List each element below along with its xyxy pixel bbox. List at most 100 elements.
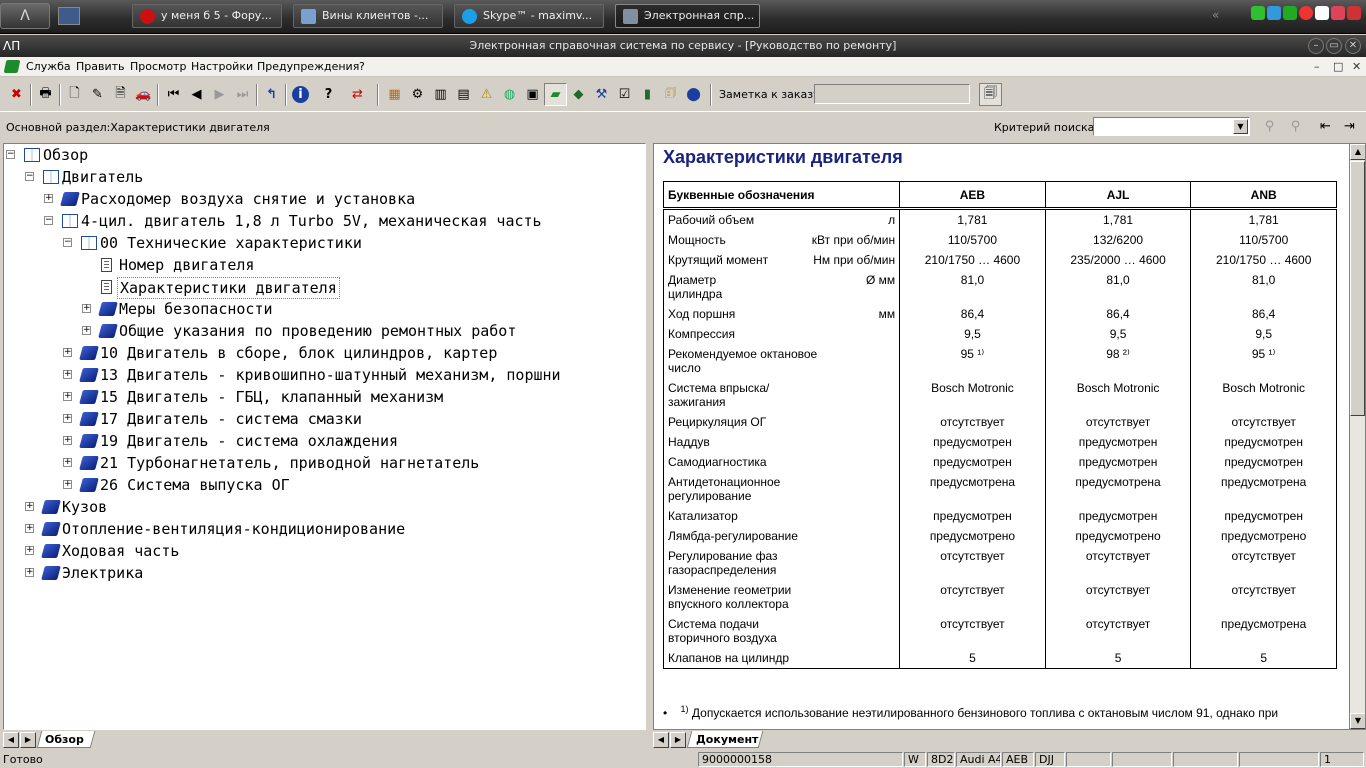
tray-network-icon[interactable] [1267, 6, 1281, 20]
expand-icon[interactable]: + [63, 436, 72, 445]
expand-icon[interactable]: + [63, 370, 72, 379]
expand-icon[interactable]: + [25, 546, 34, 555]
close-icon[interactable]: ✕ [1345, 38, 1361, 54]
mdi-minimize-icon[interactable]: – [1314, 60, 1320, 73]
menu-service[interactable]: Служба [26, 60, 71, 73]
new-page-icon[interactable]: 🗋 [63, 83, 86, 106]
tab-scroll-right-icon[interactable]: ▶ [670, 732, 686, 748]
calculator-icon[interactable]: ▣ [521, 83, 544, 106]
tree-node[interactable]: +17 Двигатель - система смазки [63, 409, 643, 429]
expand-icon[interactable]: + [25, 568, 34, 577]
order-note-edit-icon[interactable]: 🗐 [979, 83, 1002, 106]
last-page-icon[interactable]: ⏭ [231, 83, 254, 106]
tree-node[interactable]: + Ходовая часть [25, 541, 625, 561]
expand-icon[interactable]: + [25, 524, 34, 533]
tree-node[interactable]: + Общие указания по проведению ремонтных … [82, 321, 622, 341]
next-page-icon[interactable]: ▶ [208, 83, 231, 106]
warning-icon[interactable]: ⚠ [475, 83, 498, 106]
expand-icon[interactable]: + [63, 414, 72, 423]
tray-app-icon[interactable] [1331, 6, 1345, 20]
list-icon[interactable]: ▤ [452, 83, 475, 106]
tab-scroll-right-icon[interactable]: ▶ [20, 732, 36, 748]
tray-language-icon[interactable] [1347, 6, 1361, 20]
menu-edit[interactable]: Править [76, 60, 125, 73]
tree-node[interactable]: +13 Двигатель - кривошипно-шатунный меха… [63, 365, 643, 385]
chevron-down-icon[interactable]: ▼ [1233, 119, 1248, 134]
tree-node[interactable]: + Меры безопасности [82, 299, 622, 319]
tray-collapse-icon[interactable]: « [1212, 8, 1219, 22]
info-icon[interactable]: i [289, 83, 312, 106]
document-menu-icon[interactable] [3, 60, 21, 73]
tree-node[interactable]: +15 Двигатель - ГБЦ, клапанный механизм [63, 387, 643, 407]
minimize-icon[interactable]: – [1308, 38, 1324, 54]
tree-node[interactable]: +21 Турбонагнетатель, приводной нагнетат… [63, 453, 643, 473]
tray-status-icon[interactable] [1283, 6, 1297, 20]
previous-page-icon[interactable]: ◀ [185, 83, 208, 106]
taskbar-button-elsa[interactable]: Электронная спр... [615, 4, 760, 28]
menu-warnings[interactable]: Предупреждения [257, 60, 359, 73]
tray-opera-icon[interactable] [1299, 6, 1313, 20]
collapse-icon[interactable]: − [6, 150, 15, 159]
mdi-restore-icon[interactable]: □ [1333, 60, 1343, 73]
tab-scroll-left-icon[interactable]: ◀ [3, 732, 19, 748]
tree-node[interactable]: + Расходомер воздуха снятие и установка [44, 189, 634, 209]
collapse-panel-icon[interactable]: ⇤ [1314, 115, 1337, 138]
expand-icon[interactable]: + [63, 348, 72, 357]
search-next-icon[interactable]: ⚲ [1284, 115, 1307, 138]
scroll-down-icon[interactable]: ▼ [1350, 713, 1365, 729]
tree-node[interactable]: +26 Система выпуска ОГ [63, 475, 643, 495]
tree-node[interactable]: − Двигатель [25, 167, 625, 187]
print-icon[interactable]: 🖶 [34, 83, 57, 106]
chart-icon[interactable]: ▥ [429, 83, 452, 106]
scrollbar-thumb[interactable] [1350, 161, 1365, 416]
mdi-close-icon[interactable]: ✕ [1352, 60, 1361, 73]
expand-icon[interactable]: + [63, 480, 72, 489]
tree-node[interactable]: − 4-цил. двигатель 1,8 л Turbo 5V, механи… [44, 211, 634, 231]
show-desktop-icon[interactable] [58, 7, 80, 25]
scroll-up-icon[interactable]: ▲ [1350, 144, 1365, 160]
tree-node[interactable]: Номер двигателя [101, 255, 621, 275]
help-icon[interactable]: ? [317, 83, 340, 106]
expand-icon[interactable]: + [82, 326, 91, 335]
order-note-field[interactable] [814, 84, 970, 104]
exit-icon[interactable]: ✖ [5, 83, 28, 106]
car-body-icon[interactable]: ◆ [567, 83, 590, 106]
tree-node[interactable]: + Отопление-вентиляция-кондиционирование [25, 519, 625, 539]
menu-settings[interactable]: Настройки [191, 60, 253, 73]
vehicle-icon[interactable]: 🚗 [132, 83, 155, 106]
app-icon[interactable]: ΛΠ [3, 38, 20, 54]
expand-panel-icon[interactable]: ⇥ [1338, 115, 1361, 138]
switch-icon[interactable]: ⇄ [346, 83, 369, 106]
vertical-scrollbar[interactable]: ▲ ▼ [1349, 144, 1365, 729]
taskbar-button-explorer[interactable]: Вины клиентов -... [293, 4, 443, 28]
up-level-icon[interactable]: ↰ [260, 83, 283, 106]
labor-time-icon[interactable]: ▮ [636, 83, 659, 106]
search-criteria-select[interactable]: ▼ [1093, 117, 1250, 136]
tree-node[interactable]: + Кузов [25, 497, 625, 517]
network-icon[interactable]: ⬤ [682, 83, 705, 106]
collapse-icon[interactable]: − [44, 216, 53, 225]
menu-view[interactable]: Просмотр [130, 60, 186, 73]
repair-manual-icon[interactable]: ▰ [544, 83, 567, 106]
notes-icon[interactable]: 🗎 [109, 83, 132, 106]
tree-node[interactable]: +10 Двигатель в сборе, блок цилиндров, к… [63, 343, 643, 363]
tree-node[interactable]: − Обзор [6, 145, 626, 165]
collapse-icon[interactable]: − [25, 172, 34, 181]
tree-node[interactable]: − 00 Технические характеристики [63, 233, 633, 253]
checklist-icon[interactable]: ☑ [613, 83, 636, 106]
expand-icon[interactable]: + [63, 458, 72, 467]
taskbar-button-skype[interactable]: Skype™ - maximv... [454, 4, 604, 28]
tray-shield-icon[interactable] [1251, 6, 1265, 20]
expand-icon[interactable]: + [63, 392, 72, 401]
expand-icon[interactable]: + [82, 304, 91, 313]
components-icon[interactable]: ▦ [383, 83, 406, 106]
expand-icon[interactable]: + [44, 194, 53, 203]
tree-node[interactable]: + Электрика [25, 563, 625, 583]
tree-node-selected[interactable]: Характеристики двигателя [101, 277, 621, 299]
document-info-icon[interactable]: 🗊 [659, 83, 682, 106]
collapse-icon[interactable]: − [63, 238, 72, 247]
diagnostics-icon[interactable]: ⚒ [590, 83, 613, 106]
tab-scroll-left-icon[interactable]: ◀ [653, 732, 669, 748]
workshop-icon[interactable]: ⚙ [406, 83, 429, 106]
expand-icon[interactable]: + [25, 502, 34, 511]
